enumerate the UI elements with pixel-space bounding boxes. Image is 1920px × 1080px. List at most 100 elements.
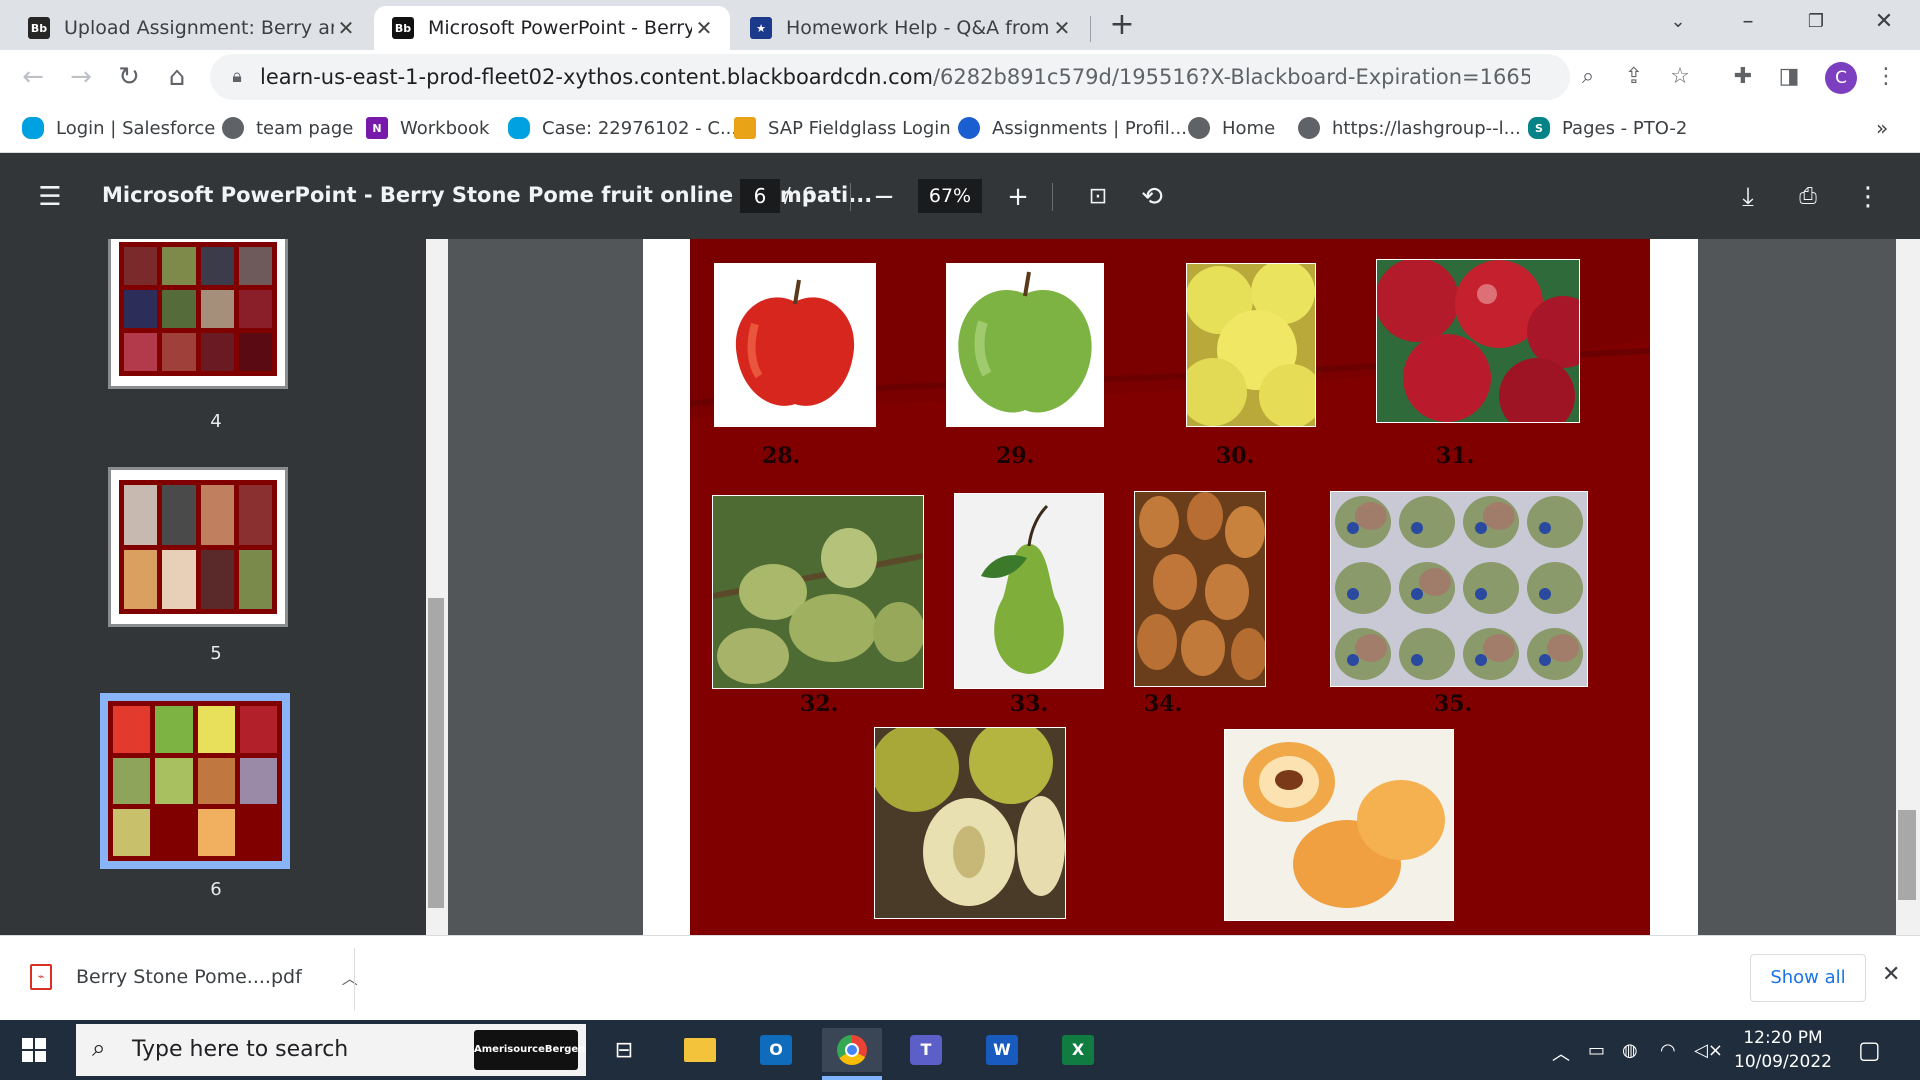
- windows-start-icon[interactable]: [22, 1038, 46, 1062]
- slide-number: 35.: [1434, 691, 1473, 717]
- close-tab-icon[interactable]: ✕: [1050, 16, 1074, 40]
- wifi-icon[interactable]: ◠: [1660, 1040, 1676, 1061]
- globe-icon: [1188, 117, 1210, 139]
- globe-icon: [1298, 117, 1320, 139]
- chrome-icon[interactable]: [822, 1028, 882, 1072]
- home-button[interactable]: ⌂: [158, 58, 196, 96]
- tab-title: Microsoft PowerPoint - Berry Sto: [428, 17, 692, 39]
- slide-6: 28. 29. 30. 31. 32. 33. 34. 35.: [690, 239, 1650, 935]
- file-explorer-icon[interactable]: [678, 1028, 722, 1072]
- system-clock[interactable]: 12:20 PM 10/09/2022: [1728, 1026, 1838, 1074]
- slide-number: 32.: [800, 691, 839, 717]
- thumbnail-page-6-selected[interactable]: [100, 693, 290, 869]
- profile-avatar[interactable]: C: [1825, 62, 1857, 94]
- show-all-button[interactable]: Show all: [1750, 954, 1866, 1002]
- download-item[interactable]: ⌁ Berry Stone Pome....pdf ︿: [30, 964, 358, 990]
- zoom-icon[interactable]: ⌕: [1575, 64, 1601, 90]
- slide-number: 28.: [762, 443, 801, 469]
- yellow-apples-image: [1186, 263, 1316, 427]
- bosc-pears-image: [1134, 491, 1266, 687]
- amerisourcebergen-logo[interactable]: AmerisourceBergen: [474, 1030, 585, 1070]
- new-tab-button[interactable]: +: [1106, 8, 1138, 42]
- viewer-scrollbar-thumb[interactable]: [1898, 810, 1916, 900]
- bookmark-item[interactable]: team page: [222, 114, 353, 142]
- zoom-out-button[interactable]: −: [866, 179, 902, 215]
- taskbar-search-box[interactable]: ⌕ Type here to search AmerisourceBergen: [76, 1024, 586, 1076]
- bookmark-item[interactable]: https://lashgroup--l...: [1298, 114, 1521, 142]
- bookmark-item[interactable]: N Workbook: [366, 114, 489, 142]
- thumbnail-image: [119, 480, 277, 614]
- browser-toolbar: ← → ↻ ⌂ 🔒︎ learn-us-east-1-prod-fleet02-…: [0, 50, 1920, 105]
- download-icon[interactable]: ⤓: [1730, 179, 1766, 215]
- lock-icon[interactable]: 🔒︎: [224, 64, 250, 90]
- thumbnail-page-4[interactable]: [108, 239, 288, 389]
- fit-page-icon[interactable]: ⊡: [1080, 179, 1116, 215]
- zoom-level-input[interactable]: 67%: [918, 179, 982, 213]
- slide-number: 30.: [1216, 443, 1255, 469]
- url-host: learn-us-east-1-prod-fleet02-xythos.cont…: [260, 65, 933, 89]
- tab-powerpoint-pdf[interactable]: Bb Microsoft PowerPoint - Berry Sto ✕: [374, 6, 730, 50]
- notifications-icon[interactable]: ▢: [1858, 1036, 1881, 1064]
- teams-icon[interactable]: T: [904, 1028, 948, 1072]
- bookmark-item[interactable]: Home: [1188, 114, 1275, 142]
- fieldglass-icon: [734, 117, 756, 139]
- close-tab-icon[interactable]: ✕: [334, 16, 358, 40]
- bookmark-label: SAP Fieldglass Login: [768, 117, 951, 139]
- excel-icon[interactable]: X: [1056, 1028, 1100, 1072]
- bookmarks-overflow-button[interactable]: »: [1876, 114, 1888, 142]
- more-actions-icon[interactable]: ⋮: [1850, 179, 1886, 215]
- speaker-muted-icon[interactable]: ◁×: [1694, 1040, 1723, 1061]
- bookmark-item[interactable]: SAP Fieldglass Login: [734, 114, 951, 142]
- word-icon[interactable]: W: [980, 1028, 1024, 1072]
- battery-icon[interactable]: ▭: [1588, 1040, 1605, 1061]
- reload-button[interactable]: ↻: [110, 58, 148, 96]
- loquat-image: [1224, 729, 1454, 921]
- task-view-icon[interactable]: ⊟: [602, 1028, 646, 1072]
- extensions-icon[interactable]: ✚: [1730, 64, 1756, 90]
- print-icon[interactable]: ⎙: [1790, 179, 1826, 215]
- bookmark-label: Workbook: [400, 117, 490, 139]
- chevron-up-icon[interactable]: ︿: [342, 965, 358, 989]
- restore-button[interactable]: ❐: [1786, 0, 1846, 44]
- windows-taskbar: ⌕ Type here to search AmerisourceBergen …: [0, 1020, 1920, 1080]
- page-separator: /: [784, 183, 791, 207]
- tab-search-chevron-icon[interactable]: ⌄: [1648, 0, 1708, 44]
- close-tab-icon[interactable]: ✕: [692, 16, 716, 40]
- tray-overflow-chevron-icon[interactable]: ︿: [1552, 1040, 1570, 1066]
- more-menu-icon[interactable]: ⋮: [1873, 64, 1899, 90]
- tab-homework-help[interactable]: ★ Homework Help - Q&A from Onl ✕: [732, 6, 1088, 50]
- bookmark-label: Case: 22976102 - C...: [542, 117, 738, 139]
- bookmarks-bar: Login | Salesforce team page N Workbook C…: [0, 105, 1920, 153]
- tab-upload-assignment[interactable]: Bb Upload Assignment: Berry and Fr ✕: [10, 6, 372, 50]
- outlook-icon[interactable]: O: [754, 1028, 798, 1072]
- menu-icon[interactable]: ☰: [32, 179, 68, 215]
- minimize-button[interactable]: –: [1718, 0, 1778, 44]
- thumbnail-label: 5: [210, 643, 222, 664]
- bookmark-item[interactable]: Login | Salesforce: [22, 114, 215, 142]
- pdf-toolbar: ☰ Microsoft PowerPoint - Berry Stone Pom…: [0, 153, 1920, 239]
- back-button[interactable]: ←: [14, 58, 52, 96]
- close-window-button[interactable]: ✕: [1854, 0, 1914, 44]
- forward-button[interactable]: →: [62, 58, 100, 96]
- thumbnail-page-5[interactable]: [108, 467, 288, 627]
- bookmark-item[interactable]: Assignments | Profil...: [958, 114, 1187, 142]
- close-shelf-icon[interactable]: ✕: [1882, 962, 1900, 987]
- pdf-page: 28. 29. 30. 31. 32. 33. 34. 35.: [643, 239, 1698, 935]
- search-icon: ⌕: [92, 1034, 106, 1062]
- sidebar-scrollbar-thumb[interactable]: [428, 598, 444, 908]
- zoom-in-button[interactable]: +: [1000, 179, 1036, 215]
- bookmark-item[interactable]: S Pages - PTO-2: [1528, 114, 1687, 142]
- rotate-icon[interactable]: ⟲: [1134, 179, 1170, 215]
- url-text[interactable]: learn-us-east-1-prod-fleet02-xythos.cont…: [260, 65, 1530, 89]
- network-globe-icon[interactable]: ◍: [1622, 1040, 1638, 1061]
- slide-number: 33.: [1010, 691, 1049, 717]
- bookmark-item[interactable]: Case: 22976102 - C...: [508, 114, 737, 142]
- tab-title: Homework Help - Q&A from Onl: [786, 17, 1050, 39]
- bookmark-label: https://lashgroup--l...: [1332, 117, 1521, 139]
- share-icon[interactable]: ⇪: [1621, 64, 1647, 90]
- page-number-input[interactable]: 6: [740, 179, 780, 213]
- address-bar[interactable]: 🔒︎ learn-us-east-1-prod-fleet02-xythos.c…: [210, 54, 1570, 100]
- bookmark-star-icon[interactable]: ☆: [1667, 64, 1693, 90]
- total-pages: 6: [802, 183, 815, 207]
- side-panel-icon[interactable]: ◨: [1776, 64, 1802, 90]
